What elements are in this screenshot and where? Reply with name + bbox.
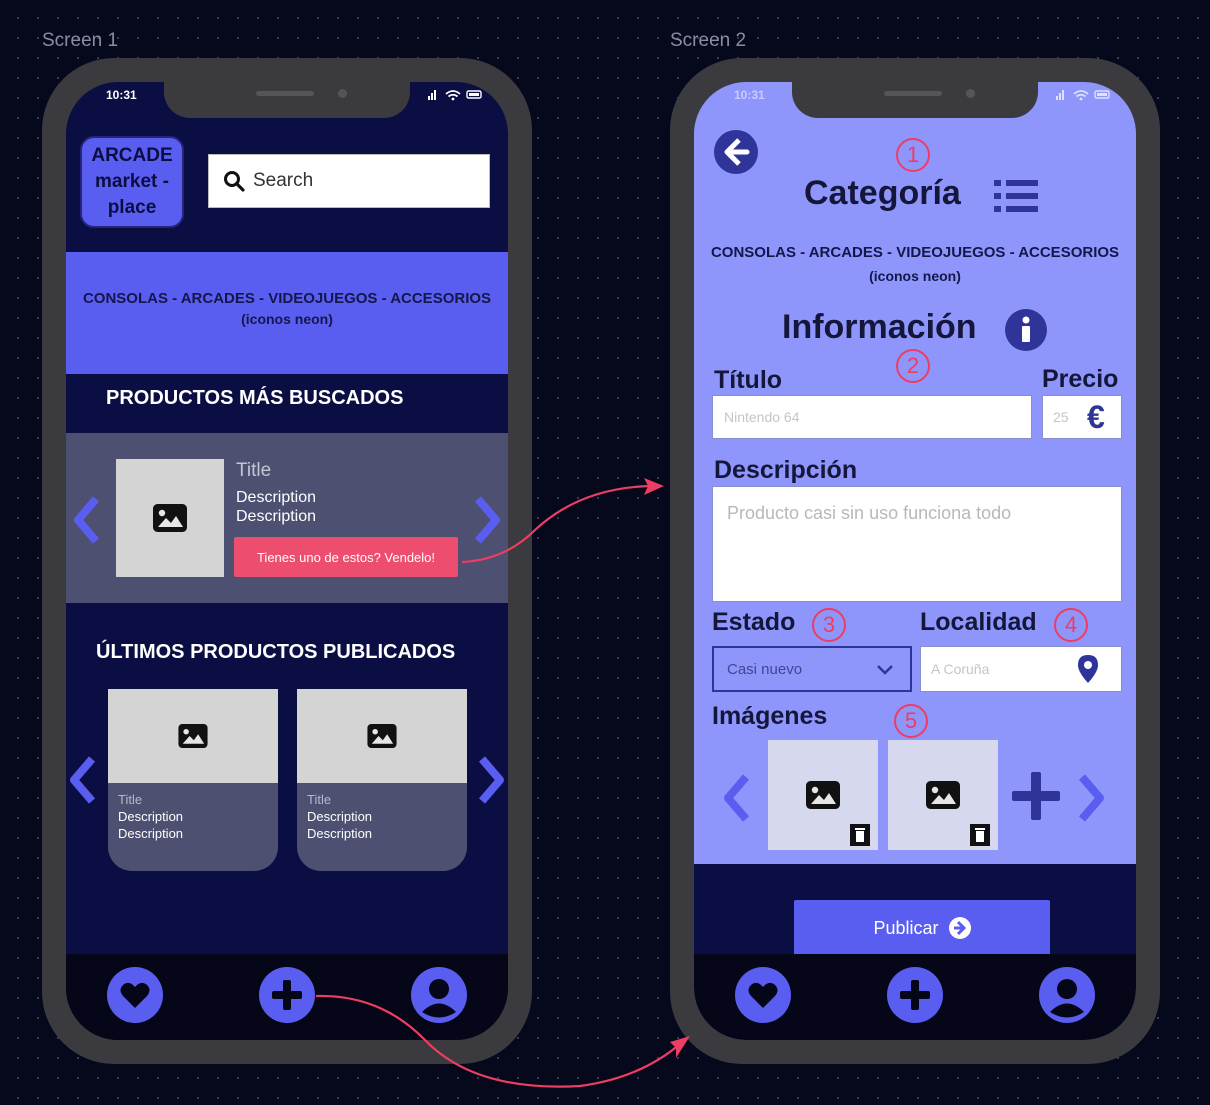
publish-button[interactable]: Publicar (794, 900, 1050, 956)
category-list[interactable]: CONSOLAS - ARCADES - VIDEOJUEGOS - ACCES… (694, 244, 1136, 261)
trash-icon[interactable] (970, 824, 990, 846)
description-label: Descripción (714, 456, 858, 484)
annotation-4: 4 (1054, 608, 1088, 642)
location-placeholder: A Coruña (931, 661, 990, 677)
search-placeholder: Search (253, 170, 314, 191)
description-textarea[interactable]: Producto casi sin uso funciona todo (712, 486, 1122, 602)
description-placeholder: Producto casi sin uso funciona todo (727, 503, 1012, 523)
plus-icon[interactable] (887, 967, 943, 1023)
product-description: Description (307, 826, 373, 841)
annotation-5: 5 (894, 704, 928, 738)
location-input[interactable]: A Coruña (920, 646, 1122, 692)
image-thumbnail[interactable] (888, 740, 998, 850)
image-icon (806, 781, 840, 809)
product-image (108, 689, 278, 783)
product-description: Description (118, 826, 184, 841)
signal-wifi-battery-icon (1054, 87, 1112, 104)
image-icon (926, 781, 960, 809)
annotation-3: 3 (812, 608, 846, 642)
status-time: 10:31 (106, 88, 137, 102)
product-description: Description (118, 809, 184, 824)
phone-notch (164, 82, 410, 118)
sell-button[interactable]: Tienes uno de estos? Vendelo! (234, 537, 458, 577)
screen1: 10:31 ARCADE market - place Search CONSO… (66, 82, 508, 1040)
phone-frame-screen2: 10:31 1 Categoría CONSOLAS - ARCADES - V… (670, 58, 1160, 1064)
title-placeholder: Nintendo 64 (724, 409, 800, 425)
product-card[interactable]: Title Description Description (108, 689, 278, 871)
arrowhead (644, 478, 664, 495)
publish-label: Publicar (873, 917, 939, 938)
location-pin-icon[interactable] (1077, 654, 1099, 684)
heart-icon[interactable] (107, 967, 163, 1023)
add-image-plus-icon[interactable] (1010, 770, 1062, 822)
search-input[interactable]: Search (208, 154, 490, 208)
category-list: CONSOLAS - ARCADES - VIDEOJUEGOS - ACCES… (82, 290, 492, 307)
location-label: Localidad (920, 608, 1037, 636)
price-value: 25 (1053, 409, 1069, 425)
category-note: (iconos neon) (869, 268, 961, 284)
trash-icon[interactable] (850, 824, 870, 846)
chevron-right-icon[interactable] (1076, 773, 1106, 823)
list-icon[interactable] (994, 178, 1040, 214)
bottom-tab-bar (66, 954, 508, 1040)
search-icon (224, 171, 245, 192)
featured-product-image[interactable] (116, 459, 224, 577)
info-heading: Información (782, 308, 977, 346)
phone-frame-screen1: 10:31 ARCADE market - place Search CONSO… (42, 58, 532, 1064)
chevron-right-icon[interactable] (472, 495, 502, 545)
featured-description: Description (236, 489, 317, 506)
state-label: Estado (712, 608, 796, 636)
category-note: (iconos neon) (241, 311, 333, 327)
signal-wifi-battery-icon (426, 87, 484, 104)
image-icon (153, 504, 187, 532)
category-banner[interactable]: CONSOLAS - ARCADES - VIDEOJUEGOS - ACCES… (66, 252, 508, 374)
featured-title: Title (236, 460, 272, 481)
screen2-board-label: Screen 2 (670, 30, 747, 51)
images-label: Imágenes (712, 702, 828, 730)
image-thumbnail[interactable] (768, 740, 878, 850)
product-description: Description (307, 809, 373, 824)
featured-description: Description (236, 508, 317, 525)
arrow-right-circle-icon (948, 917, 971, 939)
image-icon (178, 724, 208, 748)
latest-products-title: ÚLTIMOS PRODUCTOS PUBLICADOS (96, 641, 456, 663)
state-selected-value: Casi nuevo (727, 661, 803, 678)
chevron-left-icon[interactable] (722, 773, 752, 823)
arrow-left-icon[interactable] (714, 130, 758, 174)
image-icon (367, 724, 397, 748)
title-input[interactable]: Nintendo 64 (712, 395, 1032, 439)
annotation-2: 2 (896, 349, 930, 383)
product-title: Title (118, 792, 143, 807)
state-select[interactable]: Casi nuevo (712, 646, 912, 692)
chevron-left-icon[interactable] (72, 495, 102, 545)
product-title: Title (307, 792, 332, 807)
product-card[interactable]: Title Description Description (297, 689, 467, 871)
most-searched-title: PRODUCTOS MÁS BUSCADOS (106, 387, 404, 409)
chevron-left-icon[interactable] (68, 755, 98, 805)
annotation-1: 1 (896, 138, 930, 172)
user-icon[interactable] (411, 967, 467, 1023)
screen2: 10:31 1 Categoría CONSOLAS - ARCADES - V… (694, 82, 1136, 1040)
screen1-board-label: Screen 1 (42, 30, 119, 51)
chevron-down-icon (877, 665, 893, 675)
app-logo: ARCADE market - place (80, 136, 184, 228)
user-icon[interactable] (1039, 967, 1095, 1023)
info-icon[interactable] (1005, 309, 1047, 351)
plus-icon[interactable] (259, 967, 315, 1023)
price-label: Precio (1042, 365, 1119, 393)
heart-icon[interactable] (735, 967, 791, 1023)
title-label: Título (714, 366, 783, 394)
euro-icon: € (1087, 399, 1105, 435)
chevron-right-icon[interactable] (476, 755, 506, 805)
category-heading: Categoría (804, 174, 961, 212)
status-time: 10:31 (734, 88, 765, 102)
phone-notch (792, 82, 1038, 118)
product-image (297, 689, 467, 783)
price-input[interactable]: 25 € (1042, 395, 1122, 439)
bottom-tab-bar (694, 954, 1136, 1040)
